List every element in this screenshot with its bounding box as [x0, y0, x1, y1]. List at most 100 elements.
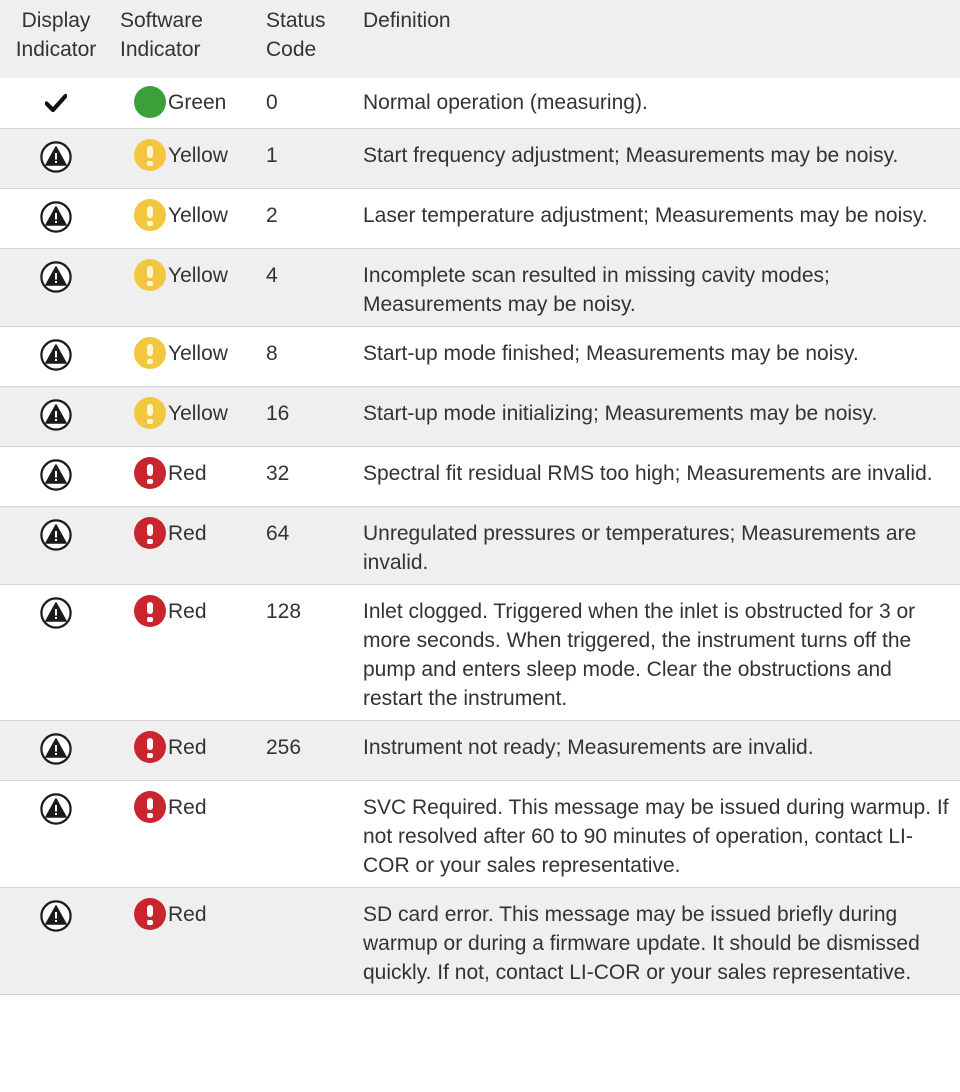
software-indicator-cell: Red — [112, 781, 260, 888]
software-indicator-cell: Red — [112, 585, 260, 721]
yellow-warning-icon — [134, 139, 166, 171]
software-indicator-cell: Red — [112, 888, 260, 995]
warning-icon — [40, 201, 72, 241]
software-indicator-cell: Green — [112, 78, 260, 129]
software-indicator-cell: Red — [112, 447, 260, 507]
display-indicator-cell — [0, 249, 112, 327]
display-indicator-cell — [0, 327, 112, 387]
check-icon — [44, 92, 68, 121]
yellow-warning-icon — [134, 259, 166, 291]
software-indicator-label: Yellow — [168, 342, 228, 365]
status-code-cell: 32 — [266, 462, 290, 485]
warning-icon — [40, 459, 72, 499]
table-row: Yellow 8 Start-up mode finished; Measureme… — [0, 327, 960, 387]
table-row: Green 0 Normal operation (measuring). — [0, 78, 960, 129]
header-row: Display Indicator Software Indicator Sta… — [0, 0, 960, 78]
warning-icon — [40, 793, 72, 833]
table-row: Yellow 2 Laser temperature adjustment; Mea… — [0, 189, 960, 249]
definition-cell: Unregulated pressures or temperatures; M… — [363, 522, 917, 574]
table-row: Yellow 16 Start-up mode initializing; Meas… — [0, 386, 960, 447]
status-code-cell: 256 — [266, 736, 302, 759]
header-display-indicator-line2: Indicator — [15, 38, 97, 61]
software-indicator-label: Red — [168, 736, 207, 759]
status-code-cell: 64 — [266, 522, 290, 545]
yellow-warning-icon — [134, 199, 166, 231]
status-code-cell — [260, 888, 357, 995]
software-indicator-label: Red — [168, 462, 207, 485]
display-indicator-cell — [0, 721, 112, 781]
warning-icon — [40, 733, 72, 773]
table-row: Red 64 Unregulated pressures or temperatur… — [0, 506, 960, 585]
warning-icon — [40, 519, 72, 559]
table-row: Red SD card error. This message may be is… — [0, 887, 960, 995]
display-indicator-cell — [0, 189, 112, 249]
software-indicator-label: Red — [168, 522, 207, 545]
display-indicator-cell — [0, 585, 112, 721]
display-indicator-cell — [0, 129, 112, 189]
status-code-cell: 0 — [266, 91, 278, 114]
table-row: Red 128 Inlet clogged. Triggered when the … — [0, 585, 960, 721]
table-body: Green 0 Normal operation (measuring). Yello… — [0, 78, 960, 995]
warning-icon — [40, 399, 72, 439]
red-error-icon — [134, 595, 166, 627]
red-error-icon — [134, 898, 166, 930]
software-indicator-cell: Red — [112, 507, 260, 585]
warning-icon — [40, 339, 72, 379]
software-indicator-cell: Yellow — [112, 129, 260, 189]
header-definition-label: Definition — [363, 9, 451, 32]
red-error-icon — [134, 731, 166, 763]
table-row: Red SVC Required. This message may be iss… — [0, 781, 960, 888]
table-row: Yellow 1 Start frequency adjustment; Measu… — [0, 128, 960, 189]
header-status-code: Status Code — [260, 0, 357, 78]
definition-cell: Start-up mode finished; Measurements may… — [363, 342, 859, 365]
warning-icon — [40, 261, 72, 301]
software-indicator-cell: Yellow — [112, 327, 260, 387]
definition-cell: Spectral fit residual RMS too high; Meas… — [363, 462, 933, 485]
table-row: Red 256 Instrument not ready; Measurements… — [0, 720, 960, 781]
header-display-indicator: Display Indicator — [0, 0, 112, 78]
display-indicator-cell — [0, 888, 112, 995]
software-indicator-label: Red — [168, 796, 207, 819]
software-indicator-label: Red — [168, 600, 207, 623]
status-code-cell — [260, 781, 357, 888]
header-status-code-line1: Status — [266, 9, 326, 32]
definition-cell: Start-up mode initializing; Measurements… — [363, 402, 878, 425]
definition-cell: SD card error. This message may be issue… — [363, 903, 920, 984]
software-indicator-cell: Yellow — [112, 189, 260, 249]
table-row: Red 32 Spectral fit residual RMS too high;… — [0, 447, 960, 507]
status-code-cell: 8 — [266, 342, 278, 365]
software-indicator-label: Red — [168, 903, 207, 926]
definition-cell: Normal operation (measuring). — [363, 91, 648, 114]
red-error-icon — [134, 457, 166, 489]
status-code-cell: 4 — [266, 264, 278, 287]
software-indicator-cell: Yellow — [112, 249, 260, 327]
header-definition: Definition — [357, 0, 960, 78]
yellow-warning-icon — [134, 397, 166, 429]
red-error-icon — [134, 517, 166, 549]
header-software-indicator: Software Indicator — [112, 0, 260, 78]
yellow-warning-icon — [134, 337, 166, 369]
header-software-indicator-line2: Indicator — [120, 38, 201, 61]
software-indicator-label: Yellow — [168, 204, 228, 227]
header-software-indicator-line1: Software — [120, 9, 203, 32]
display-indicator-cell — [0, 447, 112, 507]
status-code-cell: 1 — [266, 144, 278, 167]
table-row: Yellow 4 Incomplete scan resulted in missi… — [0, 248, 960, 327]
display-indicator-cell — [0, 507, 112, 585]
software-indicator-label: Yellow — [168, 264, 228, 287]
status-code-table: Display Indicator Software Indicator Sta… — [0, 0, 960, 995]
definition-cell: Start frequency adjustment; Measurements… — [363, 144, 899, 167]
software-indicator-cell: Yellow — [112, 387, 260, 447]
definition-cell: Inlet clogged. Triggered when the inlet … — [363, 600, 916, 710]
display-indicator-cell — [0, 387, 112, 447]
warning-icon — [40, 900, 72, 940]
display-indicator-cell — [0, 78, 112, 129]
red-error-icon — [134, 791, 166, 823]
warning-icon — [40, 141, 72, 181]
header-display-indicator-line1: Display — [21, 9, 91, 32]
definition-cell: SVC Required. This message may be issued… — [363, 796, 949, 877]
software-indicator-label: Yellow — [168, 144, 228, 167]
software-indicator-cell: Red — [112, 721, 260, 781]
display-indicator-cell — [0, 781, 112, 888]
green-circle-icon — [134, 86, 166, 118]
